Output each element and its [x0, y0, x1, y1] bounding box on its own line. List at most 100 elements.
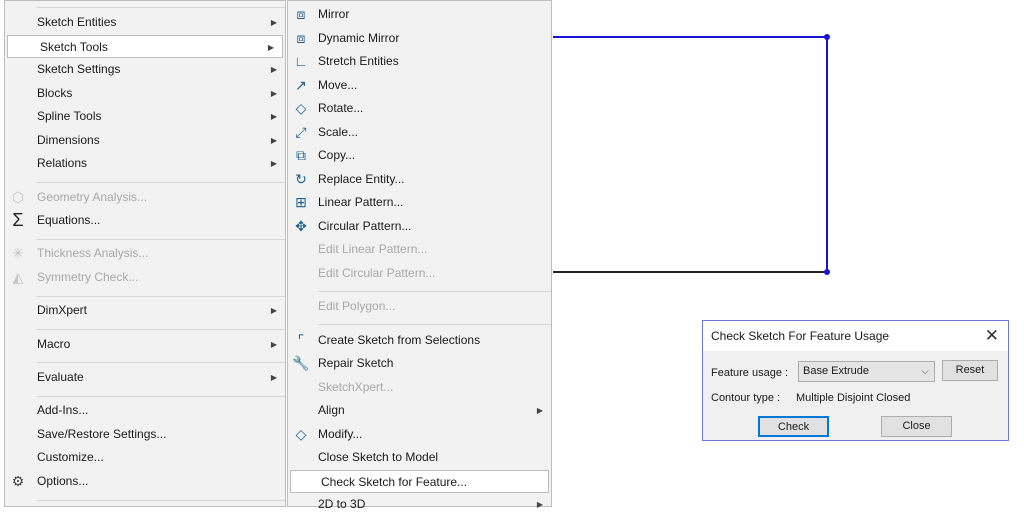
reset-button[interactable]: Reset: [942, 360, 998, 381]
submenu-arrow-icon: ▶: [270, 136, 277, 145]
menu-item-modify[interactable]: ◇ Modify...: [288, 423, 551, 446]
menu-separator: [37, 329, 285, 330]
menu-item-macro[interactable]: Macro ▶: [5, 333, 285, 356]
menu-item-close-sketch-to-model[interactable]: Close Sketch to Model: [288, 446, 551, 469]
submenu-arrow-icon: ▶: [270, 159, 277, 168]
menu-item-linear-pattern[interactable]: ⊞ Linear Pattern...: [288, 191, 551, 214]
create-sketch-icon: ⌜: [297, 332, 305, 348]
menu-item-label: Edit Circular Pattern...: [318, 266, 436, 280]
gear-icon: ⚙: [11, 473, 25, 489]
menu-item-spline-tools[interactable]: Spline Tools ▶: [5, 105, 285, 128]
menu-item-edit-linear-pattern: Edit Linear Pattern...: [288, 238, 551, 261]
menu-item-dimensions[interactable]: Dimensions ▶: [5, 129, 285, 152]
menu-item-create-sketch-from-selections[interactable]: ⌜ Create Sketch from Selections: [288, 329, 551, 352]
menu-item-label: 2D to 3D: [318, 497, 366, 511]
menu-item-check-sketch-for-feature[interactable]: Check Sketch for Feature...: [290, 470, 549, 493]
menu-item-scale[interactable]: ⤢ Scale...: [288, 121, 551, 144]
menu-item-label: Add-Ins...: [37, 403, 89, 417]
menu-item-label: Symmetry Check...: [37, 270, 139, 284]
menu-item-label: Thickness Analysis...: [37, 246, 149, 260]
feature-usage-select[interactable]: Base Extrude ⌵: [798, 361, 935, 382]
menu-item-edit-circular-pattern: Edit Circular Pattern...: [288, 262, 551, 285]
menu-separator: [37, 362, 285, 363]
menu-item-dynamic-mirror[interactable]: ⧈ Dynamic Mirror: [288, 27, 551, 50]
submenu-arrow-icon: ▶: [270, 373, 277, 382]
scale-icon: ⤢: [295, 124, 307, 140]
sketch-point: [824, 269, 830, 275]
sketch-tools-submenu: ⧈ Mirror ⧈ Dynamic Mirror ∟ Stretch Entities ↗…: [287, 0, 552, 511]
menu-item-repair-sketch[interactable]: 🔧 Repair Sketch: [288, 352, 551, 375]
circular-pattern-icon: ✥: [295, 218, 307, 234]
menu-item-options[interactable]: ⚙ Options...: [5, 470, 285, 493]
check-sketch-dialog: Check Sketch For Feature Usage ✕ Feature…: [702, 320, 1009, 441]
stretch-icon: ∟: [294, 53, 308, 69]
menu-item-label: Dynamic Mirror: [318, 31, 400, 45]
menu-item-label: Scale...: [318, 125, 359, 139]
menu-item-equations[interactable]: Σ Equations...: [5, 209, 285, 232]
menu-item-geometry-analysis: ⬡ Geometry Analysis...: [5, 186, 285, 209]
submenu-arrow-icon: ▶: [270, 89, 277, 98]
menu-item-2d-to-3d[interactable]: 2D to 3D ▶: [288, 493, 551, 516]
menu-item-label: DimXpert: [37, 303, 88, 317]
menu-item-label: Customize...: [37, 450, 104, 464]
menu-item-label: Rotate...: [318, 101, 364, 115]
mirror-icon: ⧈: [296, 6, 306, 22]
sigma-icon: Σ: [12, 210, 24, 230]
submenu-arrow-icon: ▶: [536, 500, 543, 509]
menu-item-replace-entity[interactable]: ↻ Replace Entity...: [288, 168, 551, 191]
menu-item-label: Linear Pattern...: [318, 195, 404, 209]
contour-type-label: Contour type :: [711, 392, 781, 404]
menu-item-sketchxpert: SketchXpert...: [288, 376, 551, 399]
menu-item-sketch-tools[interactable]: Sketch Tools ▶: [7, 35, 283, 58]
replace-entity-icon: ↻: [295, 171, 307, 187]
feature-usage-label: Feature usage :: [711, 367, 789, 379]
menu-item-customize[interactable]: Customize...: [5, 446, 285, 469]
main-context-menu: Sketch Entities ▶ Sketch Tools ▶ Sketch Sett…: [4, 0, 286, 507]
contour-type-value: Multiple Disjoint Closed: [796, 392, 911, 404]
submenu-arrow-icon: ▶: [270, 340, 277, 349]
menu-separator: [37, 182, 285, 183]
menu-item-label: Modify...: [318, 427, 363, 441]
menu-item-edit-polygon: Edit Polygon...: [288, 295, 551, 318]
dynamic-mirror-icon: ⧈: [296, 30, 306, 46]
submenu-arrow-icon: ▶: [270, 65, 277, 74]
menu-separator: [318, 324, 551, 325]
modify-icon: ◇: [295, 426, 307, 442]
copy-icon: ⧉: [296, 147, 306, 163]
menu-item-relations[interactable]: Relations ▶: [5, 152, 285, 175]
menu-item-label: Replace Entity...: [318, 172, 405, 186]
close-button[interactable]: Close: [881, 416, 952, 437]
menu-item-mirror[interactable]: ⧈ Mirror: [288, 3, 551, 26]
menu-item-sketch-settings[interactable]: Sketch Settings ▶: [5, 58, 285, 81]
menu-item-label: Edit Linear Pattern...: [318, 242, 428, 256]
menu-item-evaluate[interactable]: Evaluate ▶: [5, 366, 285, 389]
chevron-down-icon: ⌵: [921, 366, 929, 377]
menu-item-stretch-entities[interactable]: ∟ Stretch Entities: [288, 50, 551, 73]
menu-item-label: Stretch Entities: [318, 54, 399, 68]
menu-item-rotate[interactable]: ◇ Rotate...: [288, 97, 551, 120]
close-icon[interactable]: ✕: [985, 321, 999, 351]
submenu-arrow-icon: ▶: [270, 18, 277, 27]
menu-item-blocks[interactable]: Blocks ▶: [5, 82, 285, 105]
menu-item-circular-pattern[interactable]: ✥ Circular Pattern...: [288, 215, 551, 238]
menu-item-add-ins[interactable]: Add-Ins...: [5, 399, 285, 422]
submenu-arrow-icon: ▶: [536, 406, 543, 415]
menu-item-sketch-entities[interactable]: Sketch Entities ▶: [5, 11, 285, 34]
check-button[interactable]: Check: [758, 416, 829, 437]
menu-item-save-restore-settings[interactable]: Save/Restore Settings...: [5, 423, 285, 446]
menu-item-label: Edit Polygon...: [318, 299, 396, 313]
menu-item-label: Blocks: [37, 86, 73, 100]
menu-item-align[interactable]: Align ▶: [288, 399, 551, 422]
menu-item-label: Circular Pattern...: [318, 219, 412, 233]
dialog-title: Check Sketch For Feature Usage: [703, 321, 1008, 351]
menu-item-label: Close Sketch to Model: [318, 450, 439, 464]
menu-item-move[interactable]: ↗ Move...: [288, 74, 551, 97]
menu-separator: [37, 500, 285, 501]
menu-item-dimxpert[interactable]: DimXpert ▶: [5, 299, 285, 322]
menu-item-label: Spline Tools: [37, 109, 102, 123]
menu-item-label: Options...: [37, 474, 89, 488]
menu-item-label: Equations...: [37, 213, 101, 227]
repair-sketch-icon: 🔧: [292, 355, 310, 371]
feature-usage-value: Base Extrude: [803, 365, 870, 377]
menu-item-copy[interactable]: ⧉ Copy...: [288, 144, 551, 167]
